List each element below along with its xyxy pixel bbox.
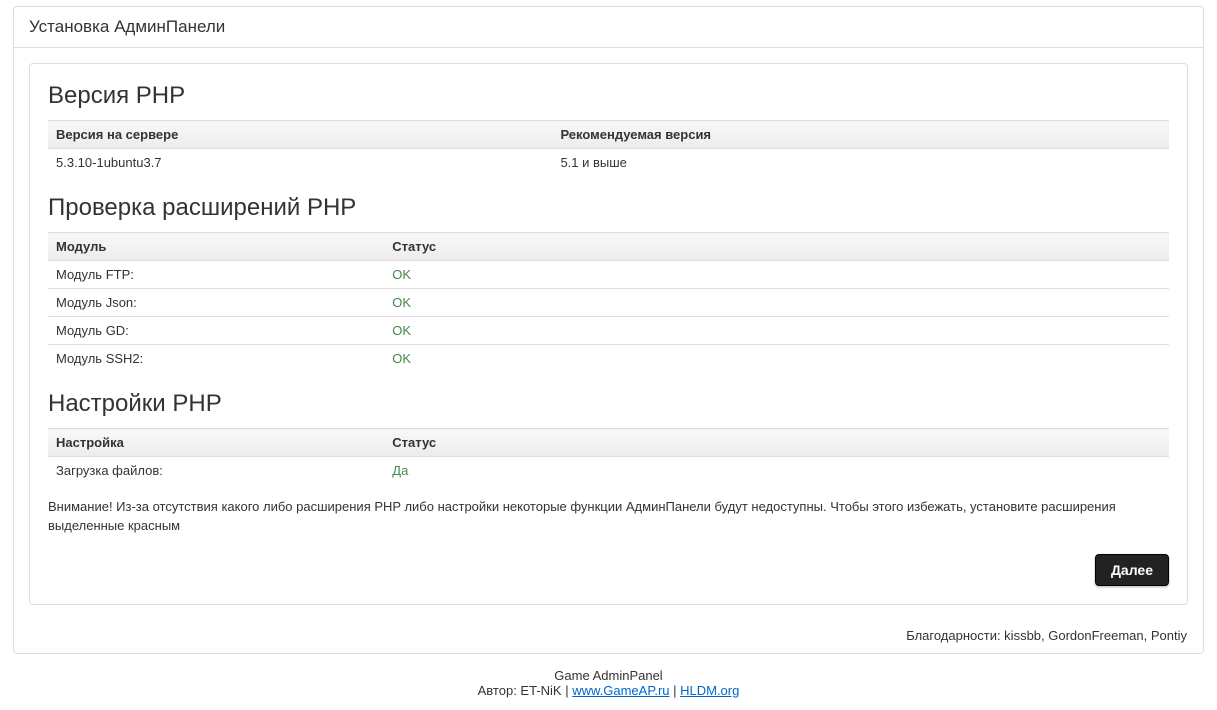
extensions-header-status: Статус	[384, 233, 1169, 261]
panel-body: Версия PHP Версия на сервере Рекомендуем…	[14, 48, 1203, 620]
table-row: Модуль Json: OK	[48, 289, 1169, 317]
table-row: Модуль FTP: OK	[48, 261, 1169, 289]
settings-table: Настройка Статус Загрузка файлов: Да	[48, 428, 1169, 484]
table-row: Модуль SSH2: OK	[48, 345, 1169, 373]
table-row: 5.3.10-1ubuntu3.7 5.1 и выше	[48, 149, 1169, 177]
module-name: Модуль Json:	[48, 289, 384, 317]
extensions-header-module: Модуль	[48, 233, 384, 261]
setting-status: Да	[384, 457, 1169, 485]
page-title: Установка АдминПанели	[14, 7, 1203, 48]
footer-author-line: Автор: ET-NiK | www.GameAP.ru | HLDM.org	[13, 683, 1204, 698]
footer-link-hldm[interactable]: HLDM.org	[680, 683, 739, 698]
main-panel: Установка АдминПанели Версия PHP Версия …	[13, 6, 1204, 654]
footer-author-label: Автор: ET-NiK |	[478, 683, 573, 698]
php-version-server-value: 5.3.10-1ubuntu3.7	[48, 149, 552, 177]
inner-panel: Версия PHP Версия на сервере Рекомендуем…	[29, 63, 1188, 605]
footer-link-gameap[interactable]: www.GameAP.ru	[572, 683, 669, 698]
footer: Game AdminPanel Автор: ET-NiK | www.Game…	[13, 660, 1204, 710]
credits-text: Благодарности: kissbb, GordonFreeman, Po…	[14, 620, 1203, 653]
module-status: OK	[384, 345, 1169, 373]
footer-product: Game AdminPanel	[13, 668, 1204, 683]
module-status: OK	[384, 317, 1169, 345]
module-name: Модуль GD:	[48, 317, 384, 345]
module-status: OK	[384, 289, 1169, 317]
warning-text: Внимание! Из-за отсутствия какого либо р…	[48, 498, 1169, 536]
settings-heading: Настройки PHP	[48, 390, 1169, 418]
module-name: Модуль SSH2:	[48, 345, 384, 373]
table-row: Загрузка файлов: Да	[48, 457, 1169, 485]
settings-header-setting: Настройка	[48, 429, 384, 457]
next-button[interactable]: Далее	[1095, 554, 1169, 586]
extensions-heading: Проверка расширений PHP	[48, 194, 1169, 222]
php-version-table: Версия на сервере Рекомендуемая версия 5…	[48, 120, 1169, 176]
php-version-recommended-value: 5.1 и выше	[552, 149, 1169, 177]
button-row: Далее	[48, 554, 1169, 586]
footer-separator: |	[670, 683, 681, 698]
settings-header-status: Статус	[384, 429, 1169, 457]
setting-name: Загрузка файлов:	[48, 457, 384, 485]
php-version-header-recommended: Рекомендуемая версия	[552, 121, 1169, 149]
extensions-table: Модуль Статус Модуль FTP: OK Модуль Json…	[48, 232, 1169, 372]
module-status: OK	[384, 261, 1169, 289]
php-version-heading: Версия PHP	[48, 82, 1169, 110]
table-row: Модуль GD: OK	[48, 317, 1169, 345]
php-version-header-server: Версия на сервере	[48, 121, 552, 149]
module-name: Модуль FTP:	[48, 261, 384, 289]
